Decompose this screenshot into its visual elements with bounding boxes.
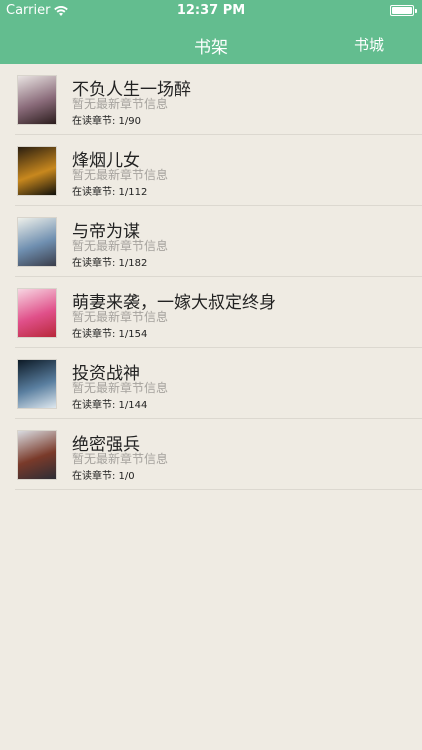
book-item[interactable]: 投资战神 暂无最新章节信息 在读章节: 1/144 — [15, 348, 422, 419]
book-cover — [17, 288, 57, 338]
book-item[interactable]: 与帝为谋 暂无最新章节信息 在读章节: 1/182 — [15, 206, 422, 277]
book-reading-progress: 在读章节: 1/144 — [72, 400, 148, 411]
book-cover — [17, 75, 57, 125]
book-reading-progress: 在读章节: 1/154 — [72, 329, 148, 340]
book-item[interactable]: 不负人生一场醉 暂无最新章节信息 在读章节: 1/90 — [15, 64, 422, 135]
book-latest-chapter: 暂无最新章节信息 — [72, 168, 169, 182]
book-latest-chapter: 暂无最新章节信息 — [72, 239, 169, 253]
book-reading-progress: 在读章节: 1/0 — [72, 471, 135, 482]
battery-icon — [390, 5, 417, 16]
clock: 12:37 PM — [176, 3, 246, 18]
book-latest-chapter: 暂无最新章节信息 — [72, 310, 169, 324]
book-cover — [17, 217, 57, 267]
book-item[interactable]: 烽烟儿女 暂无最新章节信息 在读章节: 1/112 — [15, 135, 422, 206]
book-reading-progress: 在读章节: 1/112 — [72, 187, 148, 198]
book-item[interactable]: 萌妻来袭，一嫁大叔定终身 暂无最新章节信息 在读章节: 1/154 — [15, 277, 422, 348]
book-latest-chapter: 暂无最新章节信息 — [72, 97, 169, 111]
nav-bar: Carrier 12:37 PM 书架 书城 — [0, 0, 422, 64]
book-latest-chapter: 暂无最新章节信息 — [72, 452, 169, 466]
status-bar: Carrier 12:37 PM — [0, 0, 422, 22]
book-latest-chapter: 暂无最新章节信息 — [72, 381, 169, 395]
book-cover — [17, 359, 57, 409]
bookstore-button[interactable]: 书城 — [354, 34, 384, 55]
bookshelf-list: 不负人生一场醉 暂无最新章节信息 在读章节: 1/90 烽烟儿女 暂无最新章节信… — [0, 64, 422, 490]
book-item[interactable]: 绝密强兵 暂无最新章节信息 在读章节: 1/0 — [15, 419, 422, 490]
book-reading-progress: 在读章节: 1/182 — [72, 258, 148, 269]
book-cover — [17, 430, 57, 480]
book-reading-progress: 在读章节: 1/90 — [72, 116, 142, 127]
book-cover — [17, 146, 57, 196]
